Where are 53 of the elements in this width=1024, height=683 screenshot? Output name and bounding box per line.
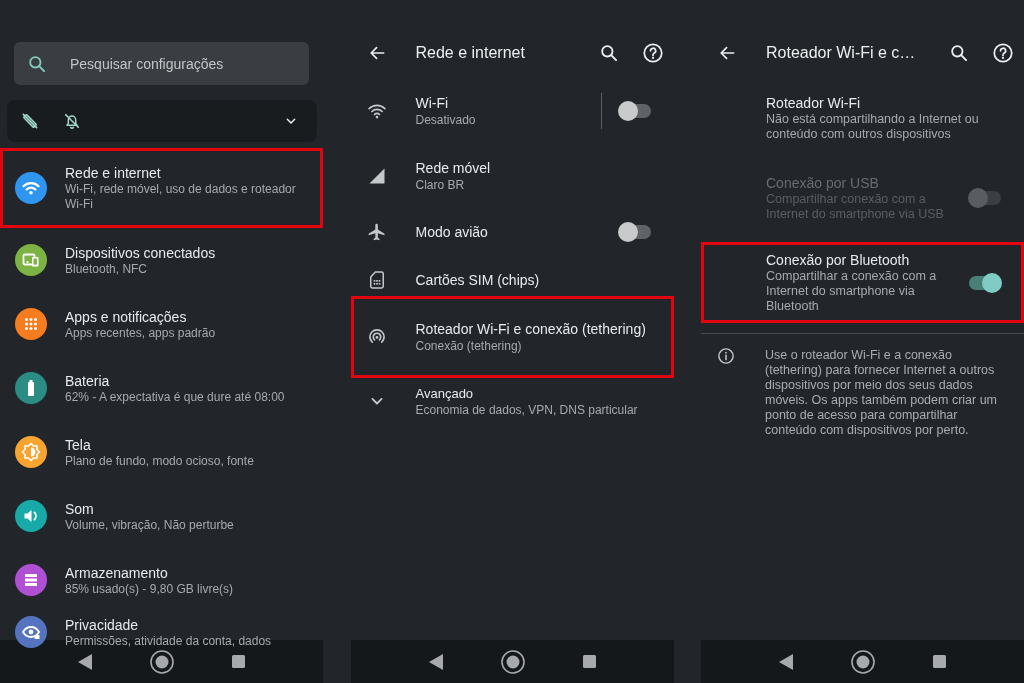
back-icon[interactable] — [78, 653, 92, 670]
search-icon[interactable] — [598, 43, 619, 63]
crossed-out-phone-icon — [20, 111, 40, 131]
setting-summary: Apps recentes, apps padrão — [65, 325, 217, 341]
bell-off-icon — [62, 111, 82, 131]
toggle-switch[interactable] — [617, 100, 652, 121]
screen-title: Rede e internet — [415, 43, 526, 63]
setting-title[interactable]: Roteador Wi-Fi e conexão (tethering) — [415, 320, 652, 338]
setting-title[interactable]: Bateria — [65, 371, 310, 390]
setting-summary: 85% usado(s) - 9,80 GB livre(s) — [65, 581, 235, 597]
setting-title[interactable]: Modo avião — [415, 223, 606, 241]
setting-title[interactable]: Roteador Wi-Fi — [766, 94, 1002, 112]
setting-summary: Wi-Fi, rede móvel, uso de dados e roteador Wi-Fi — [65, 182, 297, 212]
setting-summary: Bluetooth, NFC — [65, 261, 149, 277]
setting-title[interactable]: Wi-Fi — [415, 93, 589, 112]
setting-title[interactable]: Avançado — [415, 384, 652, 402]
setting-summary: Conexão (tethering) — [415, 338, 523, 354]
search-field[interactable]: Pesquisar configurações — [14, 42, 309, 85]
info-icon — [717, 347, 735, 365]
setting-summary: Claro BR — [415, 176, 466, 193]
help-icon[interactable] — [641, 42, 664, 64]
screen-title: Roteador Wi-Fi e c… — [766, 43, 917, 63]
setting-title[interactable]: Tela — [65, 435, 310, 454]
home-icon[interactable] — [150, 649, 174, 674]
search-icon — [27, 54, 47, 74]
setting-title[interactable]: Cartões SIM (chips) — [415, 271, 652, 289]
setting-title[interactable]: Som — [65, 499, 310, 518]
setting-summary: Compartilhar conexão com a Internet do smartphone via USB — [766, 192, 945, 222]
help-icon[interactable] — [992, 42, 1014, 64]
setting-title[interactable]: Armazenamento — [65, 563, 310, 582]
home-icon[interactable] — [500, 649, 525, 674]
setting-summary: Economia de dados, VPN, DNS particular — [415, 401, 639, 418]
setting-title[interactable]: Rede e internet — [65, 164, 310, 182]
setting-title[interactable]: Conexão por Bluetooth — [766, 251, 956, 269]
home-icon[interactable] — [851, 649, 875, 674]
setting-title[interactable]: Privacidade — [65, 615, 310, 634]
setting-summary: Permissões, atividade da conta, dados — [65, 633, 273, 649]
search-icon[interactable] — [949, 43, 969, 63]
setting-summary: Não está compartilhando a Internet ou conteúdo com outros dispositivos — [766, 112, 980, 142]
setting-summary: Plano de fundo, modo ocioso, fonte — [65, 453, 255, 469]
airplane-icon — [366, 222, 387, 242]
back-icon[interactable] — [428, 653, 443, 670]
info-text: Use o roteador Wi-Fi e a conexão (tethering) para fornecer Internet a outros dispositivos por meio dos seus dados móveis. Os apps também podem criar um ponto de acesso para compartilhar conteúdo com dispositivos por perto. — [765, 348, 999, 438]
setting-summary: Desativado — [415, 111, 477, 128]
setting-title[interactable]: Dispositivos conectados — [65, 243, 310, 262]
back-icon[interactable] — [779, 653, 793, 670]
setting-title[interactable]: Rede móvel — [415, 158, 652, 177]
setting-title[interactable]: Apps e notificações — [65, 307, 310, 326]
setting-summary: 62% - A expectativa é que dure até 08:00 — [65, 389, 286, 405]
setting-summary: Volume, vibração, Não perturbe — [65, 517, 235, 533]
toggle-switch[interactable] — [617, 222, 652, 242]
setting-summary: Compartilhar a conexão com a Internet do smartphone via Bluetooth — [766, 269, 938, 314]
toggle-switch[interactable] — [968, 272, 1002, 293]
